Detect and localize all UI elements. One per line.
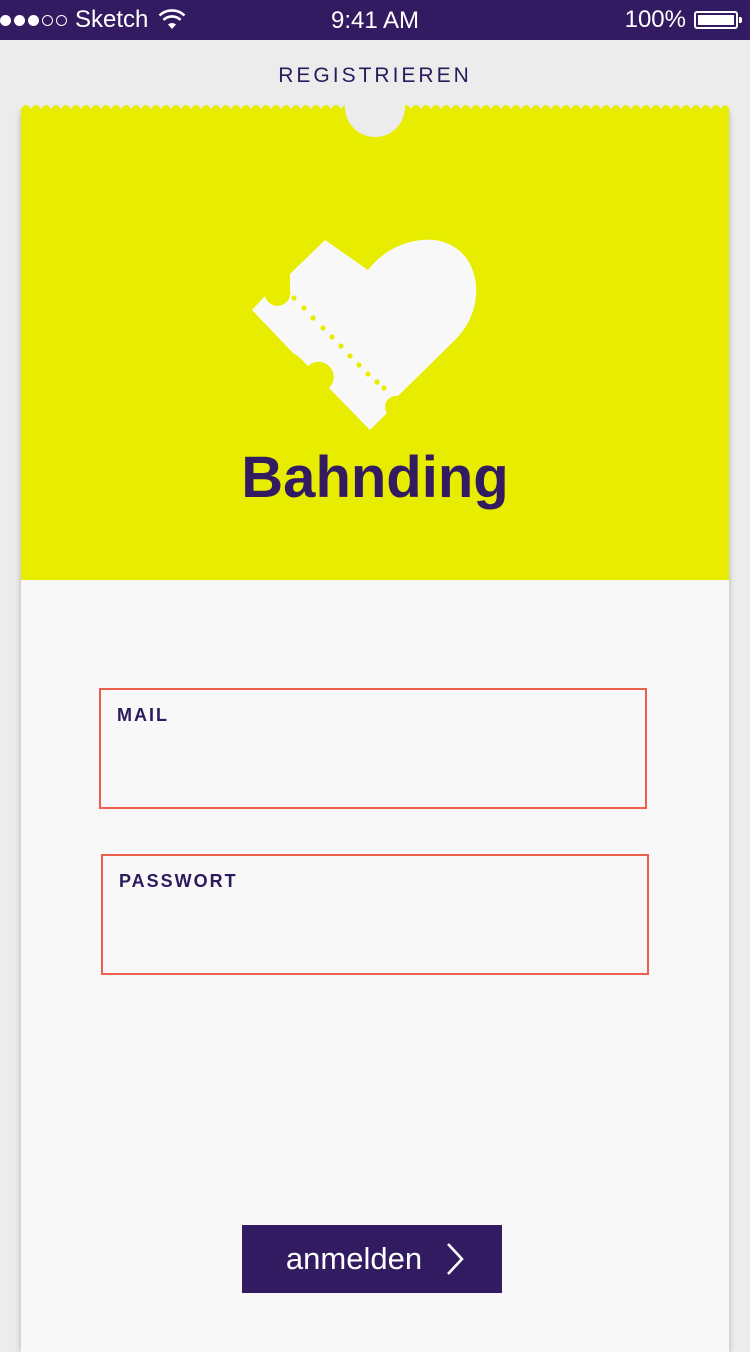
brand-name: Bahnding — [241, 445, 509, 510]
password-field[interactable]: PASSWORT — [101, 854, 649, 975]
login-button[interactable]: anmelden — [242, 1225, 502, 1293]
mail-input[interactable] — [117, 740, 627, 790]
password-label: PASSWORT — [119, 871, 238, 891]
mail-label: MAIL — [117, 705, 169, 725]
login-button-label: anmelden — [285, 1241, 423, 1276]
battery-icon — [694, 11, 742, 29]
ticket-notch — [345, 93, 405, 137]
mail-field[interactable]: MAIL — [99, 688, 647, 809]
page-title: REGISTRIEREN — [278, 64, 472, 87]
status-bar: Sketch 9:41 AM 100% — [0, 0, 750, 40]
password-input[interactable] — [119, 906, 629, 956]
ticket-heart-icon — [252, 239, 477, 430]
battery-percentage: 100% — [624, 6, 686, 33]
status-right: 100% — [624, 0, 742, 40]
chevron-right-icon — [447, 1243, 464, 1275]
